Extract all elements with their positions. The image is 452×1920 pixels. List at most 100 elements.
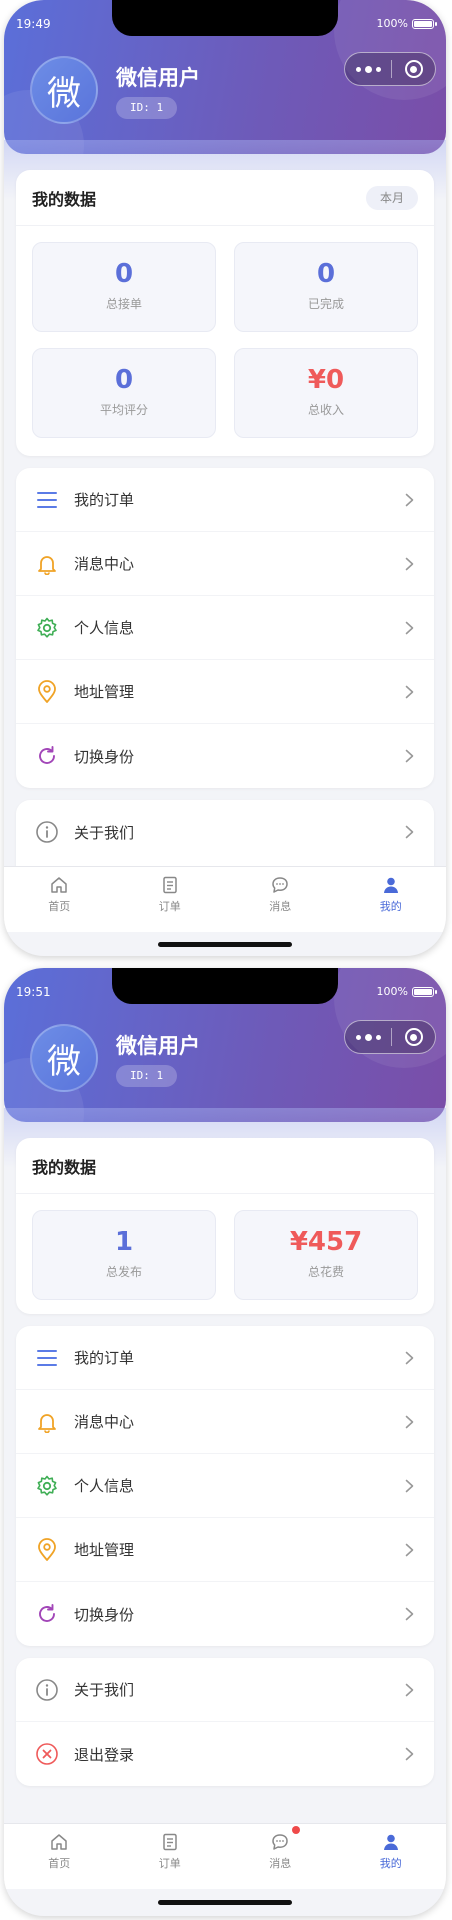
message-icon xyxy=(270,1826,301,1852)
device-notch xyxy=(112,0,338,36)
menu-label: 个人信息 xyxy=(74,1477,135,1495)
menu-item-about[interactable]: 关于我们 xyxy=(16,800,434,864)
chevron-right-icon xyxy=(402,1351,416,1365)
location-icon xyxy=(34,1537,60,1563)
tab-label: 我的 xyxy=(379,900,402,913)
menu-item-personal-info[interactable]: 个人信息 xyxy=(16,596,434,660)
tab-messages[interactable]: 消息 xyxy=(225,1824,336,1889)
tab-orders[interactable]: 订单 xyxy=(115,867,226,932)
menu-item-address[interactable]: 地址管理 xyxy=(16,660,434,724)
close-miniprogram-icon[interactable] xyxy=(392,1028,435,1046)
menu-card: 我的订单 消息中心 个人信息 地址管理 切换身份 xyxy=(16,1326,434,1646)
stat-total-posted: 1 总发布 xyxy=(32,1210,216,1300)
menu-item-messages[interactable]: 消息中心 xyxy=(16,1390,434,1454)
menu-label: 地址管理 xyxy=(74,1541,135,1559)
stat-avg-rating: 0 平均评分 xyxy=(32,348,216,438)
unread-badge xyxy=(292,1826,301,1834)
close-miniprogram-icon[interactable] xyxy=(392,60,435,78)
stats-header: 我的数据 本月 xyxy=(16,170,434,226)
battery-fill xyxy=(414,988,432,995)
stat-total-income: ¥0 总收入 xyxy=(234,348,418,438)
stats-title: 我的数据 xyxy=(32,1157,97,1177)
menu-label: 切换身份 xyxy=(74,747,135,766)
status-battery: 100% xyxy=(377,17,437,30)
bell-icon xyxy=(34,551,60,577)
person-icon xyxy=(381,1832,401,1852)
tab-bar: 首页 订单 消息 我的 xyxy=(4,866,446,932)
stat-value: 0 xyxy=(316,259,336,289)
status-time: 19:49 xyxy=(16,17,51,31)
tab-profile[interactable]: 我的 xyxy=(336,867,447,932)
period-selector[interactable]: 本月 xyxy=(365,185,418,210)
stat-label: 平均评分 xyxy=(99,403,148,417)
chevron-right-icon xyxy=(402,685,416,699)
person-icon xyxy=(381,875,401,895)
menu-item-about[interactable]: 关于我们 xyxy=(16,1658,434,1722)
chevron-right-icon xyxy=(402,1479,416,1493)
stat-value: 0 xyxy=(114,259,134,289)
logout-icon xyxy=(34,1741,60,1767)
user-id-badge: ID: 1 xyxy=(116,97,178,119)
menu-item-my-orders[interactable]: 我的订单 xyxy=(16,468,434,532)
stat-completed: 0 已完成 xyxy=(234,242,418,332)
menu-label: 消息中心 xyxy=(74,1413,135,1431)
menu-item-switch-role[interactable]: 切换身份 xyxy=(16,1582,434,1646)
menu-label: 切换身份 xyxy=(74,1605,135,1624)
tab-label: 首页 xyxy=(48,900,71,913)
tab-bar: 首页 订单 消息 我的 xyxy=(4,1823,446,1889)
menu-label: 消息中心 xyxy=(74,555,135,573)
chevron-right-icon xyxy=(402,1607,416,1621)
chevron-right-icon xyxy=(402,557,416,571)
menu-label: 个人信息 xyxy=(74,619,135,637)
gear-icon xyxy=(34,1473,60,1499)
tab-orders[interactable]: 订单 xyxy=(115,1824,226,1889)
menu-item-personal-info[interactable]: 个人信息 xyxy=(16,1454,434,1518)
avatar[interactable]: 微 xyxy=(30,1024,98,1092)
message-icon xyxy=(270,875,290,895)
username: 微信用户 xyxy=(116,1034,200,1058)
home-icon xyxy=(49,875,69,895)
menu-item-messages[interactable]: 消息中心 xyxy=(16,532,434,596)
stats-card: 我的数据 1 总发布 ¥457 总花费 xyxy=(16,1138,434,1314)
menu-label: 地址管理 xyxy=(74,683,135,701)
home-icon xyxy=(49,1832,69,1852)
stat-value: ¥0 xyxy=(307,365,345,395)
menu-card: 我的订单 消息中心 个人信息 地址管理 切换身份 xyxy=(16,468,434,788)
tab-profile[interactable]: 我的 xyxy=(336,1824,447,1889)
tab-label: 首页 xyxy=(48,1857,71,1870)
tab-home[interactable]: 首页 xyxy=(4,1824,115,1889)
more-menu-icon[interactable] xyxy=(345,1033,391,1041)
list-icon xyxy=(34,1345,60,1371)
more-menu-icon[interactable] xyxy=(345,65,391,73)
menu-label: 关于我们 xyxy=(74,1681,135,1699)
stat-label: 总接单 xyxy=(105,297,142,311)
tab-label: 订单 xyxy=(158,1857,181,1870)
menu-item-logout[interactable]: 退出登录 xyxy=(16,1722,434,1786)
refresh-icon xyxy=(34,1601,60,1627)
stats-header: 我的数据 xyxy=(16,1138,434,1194)
home-indicator xyxy=(158,942,292,947)
home-indicator xyxy=(158,1900,292,1905)
chevron-right-icon xyxy=(402,1747,416,1761)
tab-home[interactable]: 首页 xyxy=(4,867,115,932)
info-icon xyxy=(34,819,60,845)
chevron-right-icon xyxy=(402,1543,416,1557)
menu-item-address[interactable]: 地址管理 xyxy=(16,1518,434,1582)
stat-label: 总发布 xyxy=(105,1265,142,1279)
menu-label: 我的订单 xyxy=(74,1349,135,1367)
chevron-right-icon xyxy=(402,1415,416,1429)
bell-icon xyxy=(34,1409,60,1435)
user-id-badge: ID: 1 xyxy=(116,1065,178,1087)
menu-item-my-orders[interactable]: 我的订单 xyxy=(16,1326,434,1390)
chevron-right-icon xyxy=(402,1683,416,1697)
stat-total-orders: 0 总接单 xyxy=(32,242,216,332)
menu-item-switch-role[interactable]: 切换身份 xyxy=(16,724,434,788)
tab-messages[interactable]: 消息 xyxy=(225,867,336,932)
order-icon xyxy=(160,875,180,895)
menu-label: 关于我们 xyxy=(74,823,135,842)
avatar[interactable]: 微 xyxy=(30,56,98,124)
stats-card: 我的数据 本月 0 总接单 0 已完成 0 平均评分 ¥0 总收入 xyxy=(16,170,434,456)
stat-label: 总收入 xyxy=(307,403,344,417)
screen-1-driver-profile: 19:49 100% 微 微信用户 ID: 1 我的数据 本月 0 总接单 0 … xyxy=(4,0,446,956)
chevron-right-icon xyxy=(402,749,416,763)
